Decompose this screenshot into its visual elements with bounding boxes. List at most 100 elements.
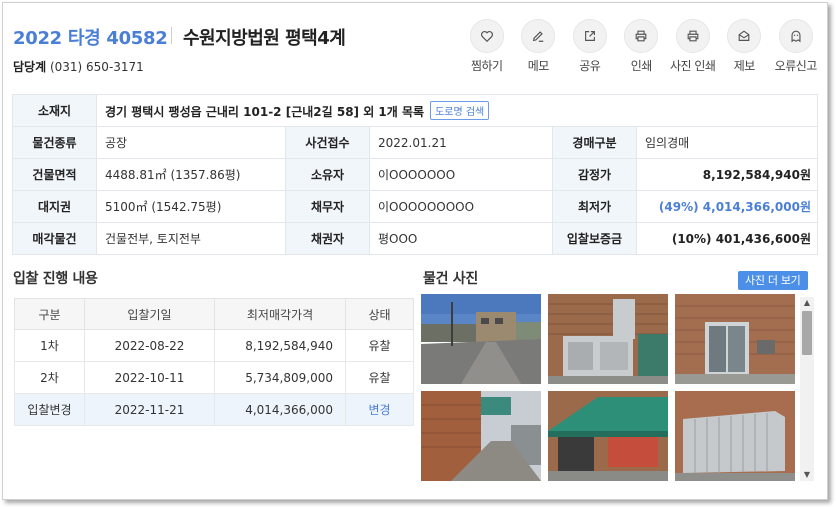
photo-container (675, 391, 795, 481)
address-value: 경기 평택시 팽성읍 근내리 101-2 [근내2길 58] 외 1개 목록 (105, 105, 425, 119)
debtor-label: 채무자 (285, 190, 370, 223)
info-row: 물건종류 공장 사건접수 2022.01.21 경매구분 임의경매 (12, 126, 819, 159)
print-button[interactable]: 인쇄 (616, 19, 668, 74)
heart-icon (480, 30, 493, 43)
property-detail-panel: 2022 타경 40582 수원지방법원 평택4계 담당계 (031) 650-… (2, 2, 828, 500)
info-row: 매각물건 건물전부, 토지전부 채권자 평OOO 입찰보증금 (10%) 401… (12, 222, 819, 255)
creditor-value: 평OOO (369, 222, 553, 255)
appraisal-value: 8,192,584,940원 (635, 158, 819, 191)
error-report-button[interactable]: 오류신고 (770, 19, 822, 74)
property-photo[interactable] (675, 294, 795, 384)
bidding-row: 2차 2022-10-11 5,734,809,000 유찰 (14, 361, 414, 394)
property-type-label: 물건종류 (12, 126, 97, 159)
bidding-row: 입찰변경 2022-11-21 4,014,366,000 변경 (14, 393, 414, 426)
price-cell: 5,734,809,000 (214, 361, 346, 394)
sale-items-value: 건물전부, 토지전부 (96, 222, 286, 255)
minimum-price-label: 최저가 (552, 190, 637, 223)
photo-street-view (421, 294, 541, 384)
memo-button[interactable]: 메모 (513, 19, 565, 74)
contact-phone: (031) 650-3171 (49, 60, 144, 74)
share-button[interactable]: 공유 (564, 19, 616, 74)
building-area-label: 건물면적 (12, 158, 97, 191)
photo-alley (421, 391, 541, 481)
round-cell: 2차 (14, 361, 85, 394)
price-cell: 4,014,366,000 (214, 393, 346, 426)
photos-section-title: 물건 사진 (423, 271, 478, 287)
photo-scrollbar[interactable]: ▲ ▼ (800, 297, 814, 481)
contact-info: 담당계 (031) 650-3171 (13, 58, 144, 75)
status-change-link[interactable]: 변경 (345, 393, 414, 426)
bidding-table: 구분 입찰기일 최저매각가격 상태 1차 2022-08-22 8,192,58… (14, 298, 414, 426)
debtor-value: 이OOOOOOOOO (369, 190, 553, 223)
report-button[interactable]: 제보 (719, 19, 771, 74)
scroll-up-arrow-icon[interactable]: ▲ (800, 297, 814, 309)
property-photo[interactable] (548, 294, 668, 384)
road-name-search-button[interactable]: 도로명 검색 (430, 101, 490, 120)
ghost-icon (791, 30, 801, 43)
creditor-label: 채권자 (285, 222, 370, 255)
land-right-label: 대지권 (12, 190, 97, 223)
price-cell: 8,192,584,940 (214, 329, 346, 362)
land-right-value: 5100㎡ (1542.75평) (96, 190, 286, 223)
case-received-value: 2022.01.21 (369, 126, 553, 159)
info-row: 대지권 5100㎡ (1542.75평) 채무자 이OOOOOOOOO 최저가 … (12, 190, 819, 223)
appraisal-label: 감정가 (552, 158, 637, 191)
edit-icon (533, 31, 544, 42)
share-label: 공유 (579, 59, 601, 73)
info-row: 건물면적 4488.81㎡ (1357.86평) 소유자 이OOOOOOO 감정… (12, 158, 819, 191)
court-name: 수원지방법원 평택4계 (183, 28, 346, 49)
round-header: 구분 (14, 298, 85, 330)
photo-print-label: 사진 인쇄 (670, 59, 716, 73)
sale-items-label: 매각물건 (12, 222, 97, 255)
min-price-header: 최저매각가격 (214, 298, 346, 330)
bidding-header-row: 구분 입찰기일 최저매각가격 상태 (14, 298, 414, 330)
property-info-table: 소재지 경기 평택시 팽성읍 근내리 101-2 [근내2길 58] 외 1개 … (12, 94, 819, 255)
address-cell: 경기 평택시 팽성읍 근내리 101-2 [근내2길 58] 외 1개 목록 도로… (95, 94, 819, 127)
bidding-section-title: 입찰 진행 내용 (13, 271, 98, 287)
header-divider (171, 27, 172, 44)
case-received-label: 사건접수 (285, 126, 370, 159)
date-cell: 2022-08-22 (84, 329, 215, 362)
auction-type-label: 경매구분 (552, 126, 637, 159)
error-report-label: 오류신고 (774, 59, 818, 73)
photo-green-roof (548, 391, 668, 481)
scrollbar-thumb[interactable] (802, 311, 812, 355)
owner-value: 이OOOOOOO (369, 158, 553, 191)
bid-date-header: 입찰기일 (84, 298, 215, 330)
round-cell: 입찰변경 (14, 393, 85, 426)
address-label: 소재지 (12, 94, 97, 127)
print-label: 인쇄 (630, 59, 653, 73)
property-photo[interactable] (421, 391, 541, 481)
more-photos-button[interactable]: 사진 더 보기 (738, 271, 808, 290)
property-photo[interactable] (675, 391, 795, 481)
favorite-button[interactable]: 찜하기 (461, 19, 513, 74)
minimum-price-value: (49%) 4,014,366,000원 (635, 190, 819, 223)
status-cell: 유찰 (345, 361, 414, 394)
bid-deposit-label: 입찰보증금 (552, 222, 637, 255)
photo-print-icon (687, 30, 699, 42)
property-type-value: 공장 (96, 126, 286, 159)
owner-label: 소유자 (285, 158, 370, 191)
address-row: 소재지 경기 평택시 팽성읍 근내리 101-2 [근내2길 58] 외 1개 … (12, 94, 819, 127)
print-icon (635, 30, 647, 42)
scroll-down-arrow-icon[interactable]: ▼ (800, 469, 814, 481)
favorite-label: 찜하기 (470, 59, 503, 73)
contact-label: 담당계 (13, 60, 47, 74)
share-icon (584, 31, 595, 41)
round-cell: 1차 (14, 329, 85, 362)
memo-label: 메모 (527, 59, 550, 73)
photo-entrance (675, 294, 795, 384)
photo-machinery (548, 294, 668, 384)
property-photo[interactable] (548, 391, 668, 481)
report-label: 제보 (733, 59, 756, 73)
auction-type-value: 임의경매 (635, 126, 819, 159)
property-photo[interactable] (421, 294, 541, 384)
case-number: 2022 타경 40582 (13, 28, 168, 49)
date-cell: 2022-10-11 (84, 361, 215, 394)
status-cell: 유찰 (345, 329, 414, 362)
photo-print-button[interactable]: 사진 인쇄 (667, 19, 719, 74)
action-toolbar: 찜하기 메모 공유 인쇄 사진 인쇄 제보 오류신고 (461, 19, 822, 74)
status-header: 상태 (345, 298, 414, 330)
date-cell: 2022-11-21 (84, 393, 215, 426)
bidding-row: 1차 2022-08-22 8,192,584,940 유찰 (14, 329, 414, 362)
